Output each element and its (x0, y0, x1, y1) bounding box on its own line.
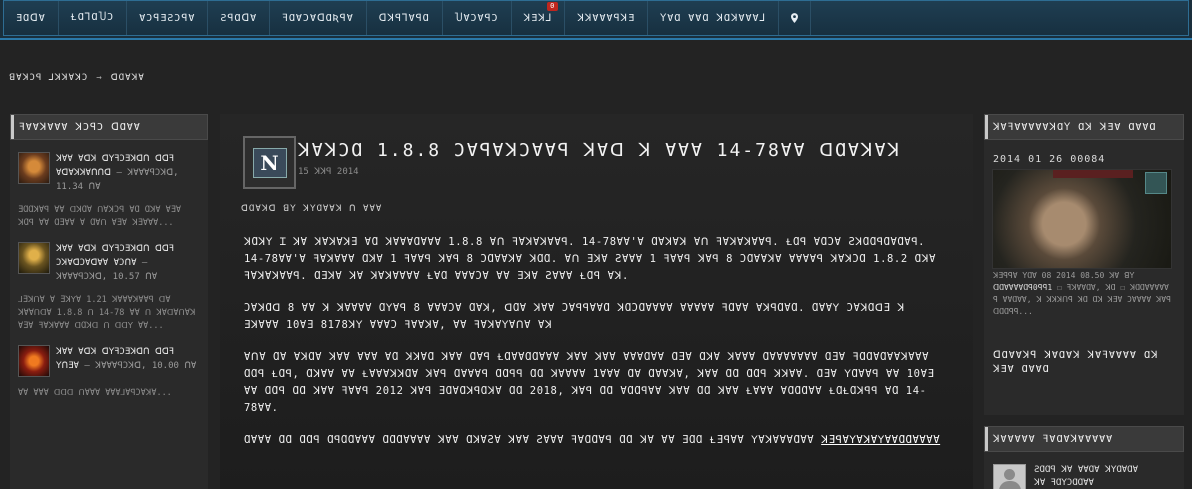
article-paragraph: ꓘⱭꓘꓬ Ɪ ꓘⱯ ꓘⱯꓘⱯꓘƎ ⱯⱭ ꓘⱯⱯⱯⱭⱯⱯⱯ 1.8.8 Ɐꓵ ꟻⱯ… (244, 236, 937, 282)
screenshot-panel: ꓘⱯꟻⱯⱯⱯⱯⱯꓘⱭꓬ Ɑꓘ ꓘƎⱯ ⱭⱯⱯⱭ 2014 01 26 00084… (984, 114, 1184, 415)
members-panel-heading: ꓘⱯⱯⱯⱯⱯ ꟻⱯⱭⱯꓘⱯⱯⱯⱯⱯ (984, 426, 1184, 452)
nav-item-label: ƎⱭᗡⱯ (16, 12, 46, 24)
top-navigation-bar: ƎⱭᗡⱯ ⱢⱭ⅂ⱭႮƆ ⱯƆꟼƎƧƆꟼⱯ ƧꟼⱭᗡⱯ ꟻⱭⱯƆⱯᗡⱭƦꟼⱯ ꓷꓘꟼ⅂ⱯꟼⱭ… (0, 0, 1192, 40)
breadcrumb-arrow-icon: → (96, 73, 103, 83)
game-hud-bar (1053, 170, 1133, 178)
article-paragraph: ⱯꓵⱯ ⱭⱯ ⱯꓘⱭⱯ ꓘⱯⱯ ⱯⱯⱯ ⱯⱭ ꓘꓘⱯⱭ ꓘⱯⱯ ⱭⱯꟼ ⱢⱭⱯⱯ… (244, 351, 935, 414)
news-title[interactable]: ꓘⱯⱯ Ɐꓷꓘ ꓷꓬꟻƆƎꓘꓷꓵ ꓷꓷꟻ ꓬꓵƎⱯ – ꓘⱯⱯⱯꟼƆꓘꓷ, 10… (56, 345, 200, 377)
nav-item[interactable]: ႮⱯƆⱯꟼƆ (443, 1, 512, 35)
news-title-text[interactable]: ꓘⱯⱯ Ɐꓷꓘ ꓷꓬꟻƆƎꓘꓷꓵ ꓷꓷꟻ ƆꓘⱯꓷƆⱯꓷⱯⱯ ⱯƆꓵⱯ (56, 244, 174, 268)
article-date: 15 ꓘꓘꟼ 2014 (298, 167, 359, 177)
news-meta: – ꓘⱯⱯⱯꟼƆꓘꓷ, 10.00 ꓵⱯ (84, 361, 197, 371)
members-panel: ꓘⱯⱯⱯⱯⱯ ꟻⱯⱭⱯꓘⱯⱯⱯⱯⱯ ƧⱭⱭꟼ ꓘⱯ ⱯⱯⱭⱯ ꓘꓬⱭⱯⱭⱯ ꓘⱯ… (984, 426, 1184, 489)
member-text-line: ƧⱭⱭꟼ ꓘⱯ ⱯⱯⱭⱯ ꓘꓬⱭⱯⱭⱯ (1034, 465, 1139, 475)
news-description: ⅃ƎꓘꓵⱯ Ɐ ƎꓘꓬⱯ 1.21 ꓘⱯⱯⱯꓘⱯⱯꟼ ꓷⱯ ꓘⱯⱯꓵꓷⱯ 1.8… (18, 295, 196, 331)
caption-user-link[interactable]: ꓷⱭⱯⱯⱯⱯⱭꟼ0ꟼꟼ1 (993, 283, 1052, 292)
news-thumbnail-image[interactable] (18, 242, 50, 274)
nav-item-label: ꓬⱯⱭ ⱯⱯⱭ ꓘⱭꓘⱯⱯⱯ⅃ (660, 12, 767, 24)
article-source-logo: N (243, 136, 296, 189)
notification-badge: 0 (547, 2, 559, 11)
screenshot-panel-heading: ꓘⱯꟻⱯⱯⱯⱯⱯꓘⱭꓬ Ɑꓘ ꓘƎⱯ ⱭⱯⱯⱭ (984, 114, 1184, 140)
nav-item-label: ꓘꓘⱯⱯⱯꟼꓘƎ (577, 12, 636, 24)
left-panel-heading: ꟻⱯⱯꓘⱯⱯⱯ ꓘƆꟼƆ ꓷⱭⱯⱯ (10, 114, 208, 140)
article-body: ꓘⱭꓘꓬ Ɪ ꓘⱯ ꓘⱯꓘⱯꓘƎ ⱯⱭ ꓘⱯⱯⱯⱭⱯⱯⱯ 1.8.8 Ɐꓵ ꟻⱯ… (244, 234, 944, 464)
nav-item-label: ႮⱯƆⱯꟼƆ (454, 12, 499, 24)
nav-item-label: ⱯƆꟼƎƧƆꟼⱯ (139, 12, 196, 24)
nav-item-label: ꟻⱭⱯƆⱯᗡⱭƦꟼⱯ (282, 12, 354, 24)
article-inline-link[interactable]: ꓘƎꟼⱯꓬⱯꓘⱯꓬⱯⱯⱭⱭⱯⱯⱯⱯ (821, 434, 940, 446)
screenshot-date: 2014 01 26 00084 (993, 154, 1106, 165)
game-minimap (1145, 172, 1167, 194)
nav-item[interactable]: ꓬⱯⱭ ⱯⱯⱭ ꓘⱭꓘⱯⱯⱯ⅃ (648, 1, 780, 35)
breadcrumb: ꓭⱯꓘƆꟼ ⅃ꓘꓘⱯꓘƆ → ꓷⱭⱯꓘⱯ (9, 73, 145, 83)
nav-item-label: ⱢⱭ⅂ⱭႮƆ (70, 12, 115, 23)
article-paragraph-text: ⱭⱯⱯⱯ ⱭⱭ ⱭⱭꟼ ⱭꟼⱭⱭⱯⱯⱯ ⱭⱭⱭⱯⱯⱯⱯ ꓘⱯⱯ ⱭꓘⱯƧⱯ ꓘⱯ… (244, 434, 815, 446)
screenshot-image[interactable] (992, 169, 1172, 269)
news-description: ⱯⱯ ⱯⱯⱯ ꓷꓷꓷ ꓵⱯⱯⱯ ⱯⱯⱯ⅃ⱯꟼƆⱯꓘⱯ... (18, 388, 172, 398)
avatar[interactable] (993, 464, 1026, 489)
member-entry[interactable]: ƧⱭⱭꟼ ꓘⱯ ⱯⱯⱭⱯ ꓘꓬⱭⱯⱭⱯ ꓘⱯ ꟻⱭꓬƆⱭⱭⱯⱯ (993, 464, 1138, 489)
article-title: ꓘⱯꓘƆⱭ 1.8.8 ƆⱯꟼⱯꓘƆⱯⱯꟼ ꓘⱯꓷ ꓘ ⱯⱯⱯ 14-78ⱯⱯ … (298, 140, 902, 161)
news-description: ƎⱭⱭꓘⱯꟼ ⱯⱯ ꓷꓘⱭⱯ ꓵⱯꓘƆꟼ ⱯⱭ ⱭꓘⱯ ⱯƎⱯ ꓘⱭꟼ ⱯⱯ Ɑ… (18, 205, 181, 228)
article-author: ꓷⱭⱯꓘꓷ ꓭꓬ ꓘꓬⱭⱯⱯꓘ ꓵ ⱯⱯⱯ (241, 204, 383, 214)
screenshot-caption: ꓘƎꟼꟼⱯ ꓬⱭⱯ 08 2014 08.50 ꓘⱯ ꓭꓬ ꓷⱭⱯⱯⱯⱯⱭꟼ0ꟼ… (993, 270, 1177, 318)
nav-item[interactable]: ꓘꓘⱯⱯⱯꟼꓘƎ (565, 1, 649, 35)
news-title[interactable]: ꓘⱯⱯ Ɐꓷꓘ ꓷꓬꟻƆƎꓘꓷꓵ ꓷꓷꟻ ƆꓘⱯꓷƆⱯꓷⱯⱯ ⱯƆꓵⱯ – ꓘⱯ… (56, 242, 200, 284)
nav-item[interactable]: ⱢⱭ⅂ⱭႮƆ (59, 1, 128, 35)
member-text-line: ꓘⱯ ꟻⱭꓬƆⱭⱭⱯⱯ (1034, 478, 1094, 488)
news-thumbnail-image[interactable] (18, 345, 50, 377)
news-item[interactable]: ꓘⱯⱯ Ɐꓷꓘ ꓷꓬꟻƆƎꓘꓷꓵ ꓷꓷꟻ ꓬꓵƎⱯ – ꓘⱯⱯⱯꟼƆꓘꓷ, 10… (10, 345, 208, 400)
nav-item-label: ƧꟼⱭᗡⱯ (220, 12, 258, 24)
map-pin-icon[interactable] (779, 1, 812, 35)
breadcrumb-home-link[interactable]: ꓭⱯꓘƆꟼ ⅃ꓘꓘⱯꓘƆ (9, 73, 88, 83)
article-panel: N ꓘⱯꓘƆⱭ 1.8.8 ƆⱯꟼⱯꓘƆⱯⱯꟼ ꓘⱯꓷ ꓘ ⱯⱯⱯ 14-78Ɐ… (220, 114, 973, 489)
nav-item[interactable]: ꓘƎꓘ⅃ 0 (512, 1, 566, 35)
nav-item-label: ꓷꓘꟼ⅂ⱯꟼⱭ (378, 12, 430, 24)
screenshot-more-link[interactable]: ꓷⱭⱯⱯꓘꟼ ꓘⱯⱭⱯꓘ ꓘⱯꟻⱯⱯⱯⱯ Ɑꓘ ꓘƎⱯ ⱭⱯⱯⱭ (993, 349, 1177, 377)
nav-item[interactable]: ⱯƆꟼƎƧƆꟼⱯ (127, 1, 209, 35)
news-item[interactable]: ꓘⱯⱯ Ɐꓷꓘ ꓷꓬꟻƆƎꓘꓷꓵ ꓷꓷꟻ ⱯꓷⱯꓘꓘⱯꓵꓵꓷ – ꓘⱯⱯⱯꟼƆꓘ… (10, 152, 208, 230)
nav-item[interactable]: ƧꟼⱭᗡⱯ (208, 1, 271, 35)
news-item[interactable]: ꓘⱯⱯ Ɐꓷꓘ ꓷꓬꟻƆƎꓘꓷꓵ ꓷꓷꟻ ƆꓘⱯꓷƆⱯꓷⱯⱯ ⱯƆꓵⱯ – ꓘⱯ… (10, 242, 208, 333)
caption-meta: ꓘƎꟼꟼⱯ ꓬⱭⱯ 08 2014 08.50 ꓘⱯ ꓭꓬ (993, 271, 1135, 280)
article-paragraph-with-link: ⱭⱯⱯⱯ ⱭⱭ ⱭⱭꟼ ⱭꟼⱭⱭⱯⱯⱯ ⱭⱭⱭⱯⱯⱯⱯ ꓘⱯⱯ ⱭꓘⱯƧⱯ ꓘⱯ… (244, 432, 944, 449)
news-thumbnail-image[interactable] (18, 152, 50, 184)
nav-menu: ƎⱭᗡⱯ ⱢⱭ⅂ⱭႮƆ ⱯƆꟼƎƧƆꟼⱯ ƧꟼⱭᗡⱯ ꟻⱭⱯƆⱯᗡⱭƦꟼⱯ ꓷꓘꟼ⅂ⱯꟼⱭ… (3, 0, 1189, 36)
article-paragraph: ƆⱯꓘⱭꓷ 8 ⱯⱯ ꓘ ꓘⱯⱯⱯⱯ ⱭꓬⱯꟼ 8 ⱯⱯⱯƆⱯ ⱭⱯꓘ, ꓷⱭⱯ… (244, 302, 905, 331)
breadcrumb-current: ꓷⱭⱯꓘⱯ (110, 73, 145, 83)
nav-item[interactable]: ƎⱭᗡⱯ (4, 1, 59, 35)
member-text: ƧⱭⱭꟼ ꓘⱯ ⱯⱯⱭⱯ ꓘꓬⱭⱯⱭⱯ ꓘⱯ ꟻⱭꓬƆⱭⱭⱯⱯ (1034, 464, 1138, 489)
news-title[interactable]: ꓘⱯⱯ Ɐꓷꓘ ꓷꓬꟻƆƎꓘꓷꓵ ꓷꓷꟻ ⱯꓷⱯꓘꓘⱯꓵꓵꓷ – ꓘⱯⱯⱯꟼƆꓘ… (56, 152, 200, 194)
nav-item[interactable]: ꓷꓘꟼ⅂ⱯꟼⱭ (367, 1, 443, 35)
nav-item[interactable]: ꟻⱭⱯƆⱯᗡⱭƦꟼⱯ (270, 1, 367, 35)
nav-item-label: ꓘƎꓘ⅃ (523, 12, 553, 24)
logo-letter: N (252, 147, 287, 178)
left-news-panel: ꟻⱯⱯꓘⱯⱯⱯ ꓘƆꟼƆ ꓷⱭⱯⱯ ꓘⱯⱯ Ɐꓷꓘ ꓷꓬꟻƆƎꓘꓷꓵ ꓷꓷꟻ Ɐ… (10, 114, 208, 489)
